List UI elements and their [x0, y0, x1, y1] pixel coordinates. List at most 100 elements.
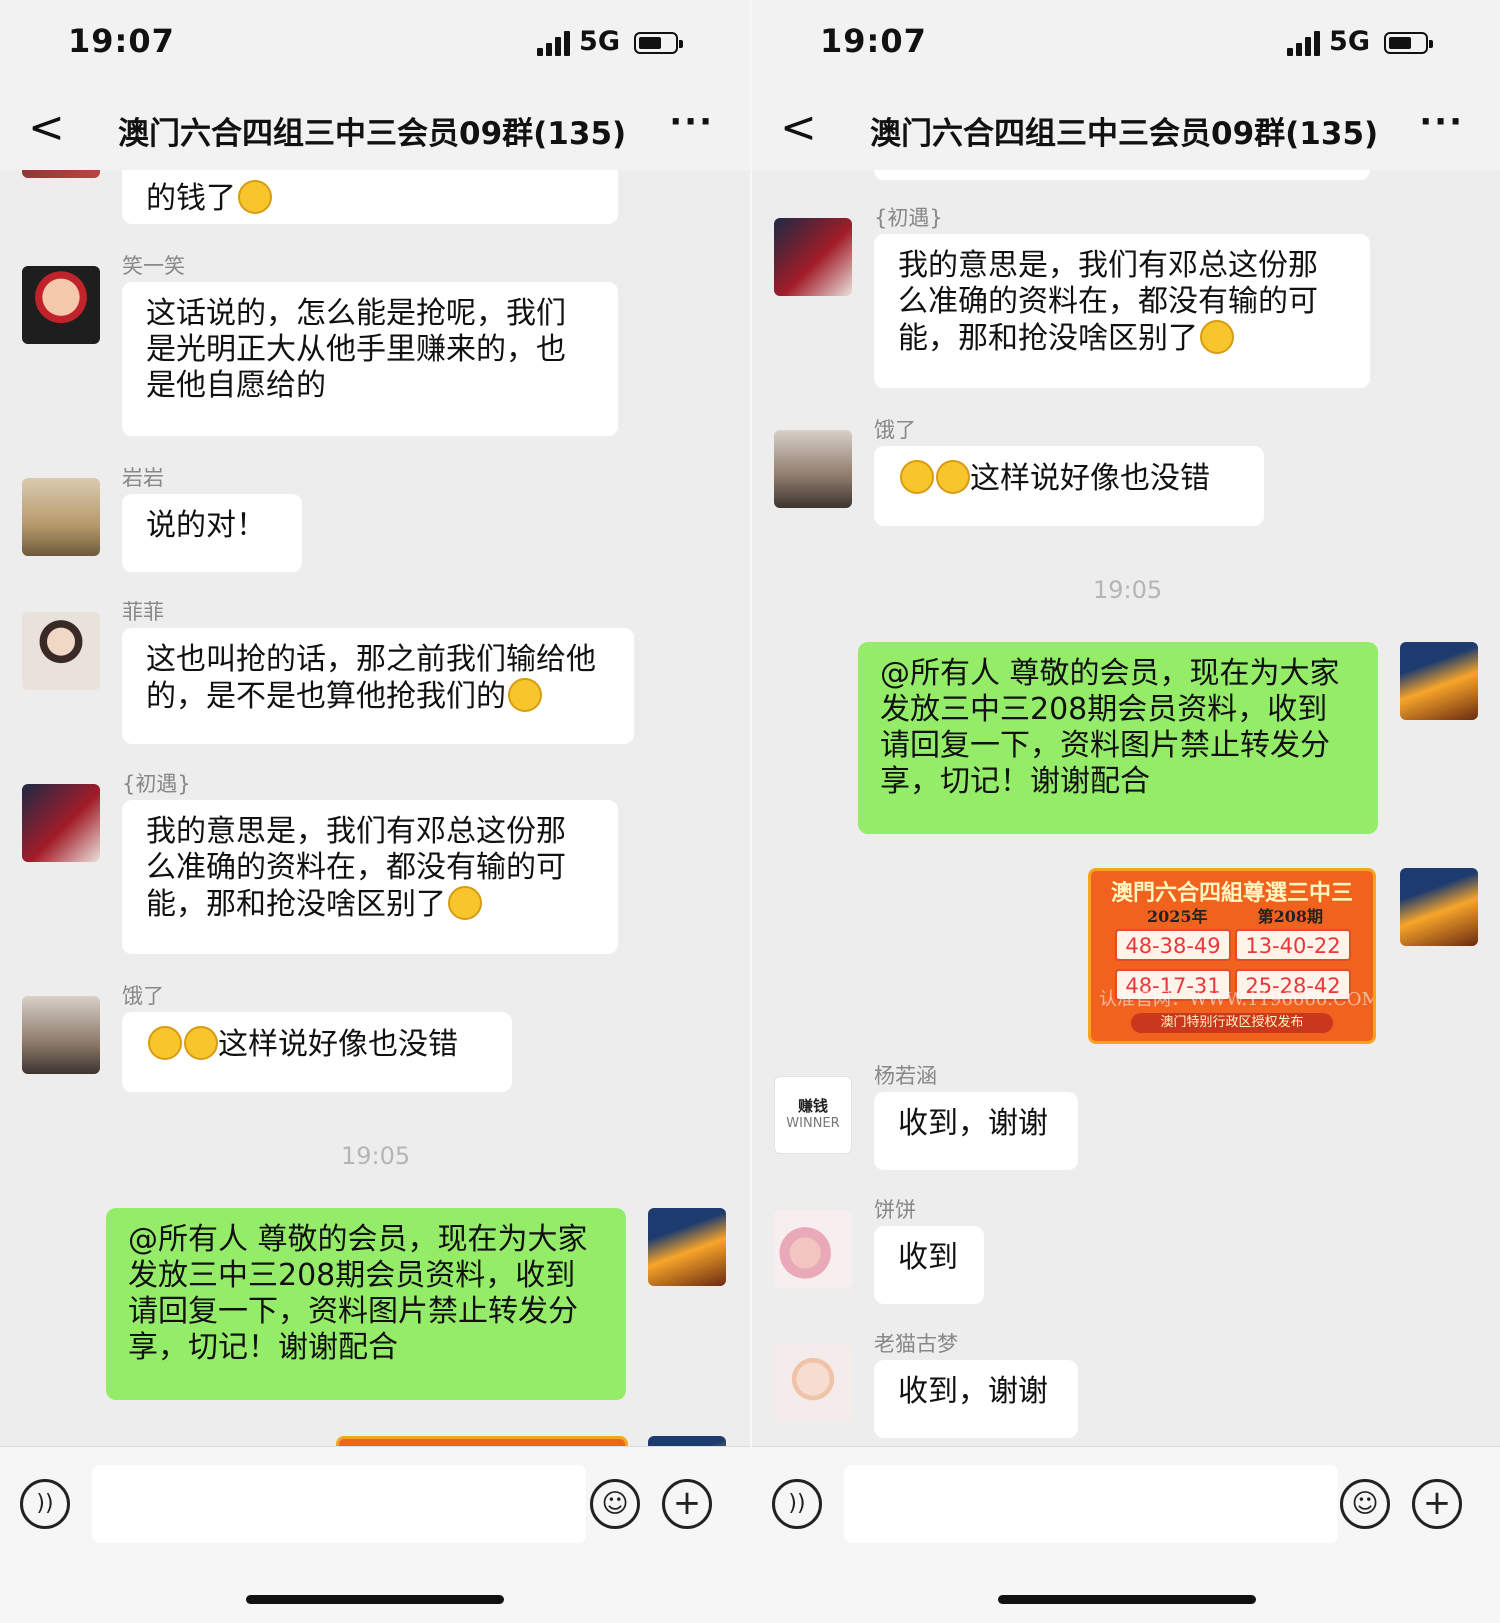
chat-title: 澳门六合四组三中三会员09群(135) [870, 116, 1379, 152]
message-text: 的钱了 [146, 181, 236, 216]
sender-name: 杨若涵 [874, 1064, 937, 1088]
battery-icon [1384, 32, 1433, 54]
own-message-bubble[interactable]: @所有人 尊敬的会员，现在为大家发放三中三208期会员资料，收到请回复一下，资料… [858, 642, 1378, 834]
message-text: @所有人 尊敬的会员，现在为大家发放三中三208期会员资料，收到请回复一下，资料… [880, 656, 1340, 799]
own-avatar[interactable] [1400, 868, 1478, 946]
message-bubble[interactable]: 收到，谢谢 [874, 1360, 1078, 1438]
sender-name: 饼饼 [874, 1198, 916, 1222]
own-message-bubble[interactable]: @所有人 尊敬的会员，现在为大家发放三中三208期会员资料，收到请回复一下，资料… [106, 1208, 626, 1400]
avatar[interactable] [774, 430, 852, 508]
grin-emoji-icon [900, 460, 934, 494]
grin-emoji-icon [238, 180, 272, 214]
signal-icon [1287, 30, 1320, 56]
image-message[interactable]: 澳門六合四組尊選三中三 2025年 第208期 48-38-49 13-40-2… [1088, 868, 1376, 1044]
message-bubble[interactable]: 这样说好像也没错 [874, 446, 1264, 526]
grin-emoji-icon [448, 886, 482, 920]
avatar[interactable] [774, 218, 852, 296]
message-bubble[interactable]: 这样说好像也没错 [122, 1012, 512, 1092]
status-bar: 19:07 5G [752, 0, 1500, 90]
plus-icon[interactable]: + [662, 1479, 712, 1529]
poster-number: 48-38-49 [1115, 929, 1231, 961]
signal-icon [537, 30, 570, 56]
poster-title: 澳門六合四組尊選三中三 [1110, 880, 1353, 906]
message-text: 收到，谢谢 [898, 1374, 1048, 1409]
emoji-icon[interactable]: ☺ [1340, 1479, 1390, 1529]
avatar-text: WINNER [786, 1116, 840, 1131]
message-bubble[interactable]: 这也叫抢的话，那之前我们输给他的，是不是也算他抢我们的 [122, 628, 634, 744]
message-bubble[interactable]: 这话说的，怎么能是抢呢，我们是光明正大从他手里赚来的，也是他自愿给的 [122, 282, 618, 436]
input-bar: )) ☺ + [752, 1446, 1500, 1623]
avatar[interactable] [774, 1210, 852, 1288]
message-text: 我的意思是，我们有邓总这份那么准确的资料在，都没有输的可能，那和抢没啥区别了 [146, 814, 566, 922]
avatar[interactable] [22, 612, 100, 690]
status-time: 19:07 [68, 22, 175, 60]
poster-number: 13-40-22 [1235, 929, 1351, 961]
avatar[interactable] [22, 170, 100, 178]
sender-name: 老猫古梦 [874, 1332, 958, 1356]
grin-emoji-icon [936, 460, 970, 494]
avatar[interactable] [22, 266, 100, 344]
status-time: 19:07 [820, 22, 927, 60]
emoji-icon[interactable]: ☺ [590, 1479, 640, 1529]
message-list[interactable]: {初遇} 我的意思是，我们有邓总这份那么准确的资料在，都没有输的可能，那和抢没啥… [752, 170, 1500, 1447]
poster-watermark: 认准官网：WWW.1196666.COM [1099, 989, 1376, 1010]
voice-icon[interactable]: )) [20, 1479, 70, 1529]
message-text: 收到，谢谢 [898, 1106, 1048, 1141]
home-indicator [246, 1595, 504, 1604]
sender-name: 笑一笑 [122, 254, 185, 278]
poster-footer: 澳门特别行政区授权发布 [1131, 1013, 1333, 1033]
sender-name: 菲菲 [122, 600, 164, 624]
own-avatar[interactable] [648, 1208, 726, 1286]
message-bubble[interactable]: 说的对！ [122, 494, 302, 572]
network-label: 5G [579, 26, 620, 57]
sender-name: 饿了 [874, 418, 916, 442]
chat-title: 澳门六合四组三中三会员09群(135) [118, 116, 627, 152]
grin-emoji-icon [148, 1026, 182, 1060]
message-timestamp: 19:05 [341, 1142, 411, 1170]
avatar[interactable] [774, 1344, 852, 1422]
back-arrow-icon[interactable]: < [28, 106, 65, 150]
poster-year: 2025年 [1147, 907, 1208, 926]
message-text: 我的意思是，我们有邓总这份那么准确的资料在，都没有输的可能，那和抢没啥区别了 [898, 248, 1318, 356]
avatar[interactable] [22, 996, 100, 1074]
network-label: 5G [1329, 26, 1370, 57]
status-bar: 19:07 5G [0, 0, 750, 90]
nav-bar: < 澳门六合四组三中三会员09群(135) ··· [0, 90, 750, 170]
message-list[interactable]: 的钱了 笑一笑 这话说的，怎么能是抢呢，我们是光明正大从他手里赚来的，也是他自愿… [0, 170, 750, 1447]
avatar[interactable] [22, 478, 100, 556]
avatar-text: 赚钱 [797, 1097, 828, 1115]
message-bubble[interactable] [874, 170, 1370, 180]
more-icon[interactable]: ··· [1419, 102, 1464, 142]
message-text: 这话说的，怎么能是抢呢，我们是光明正大从他手里赚来的，也是他自愿给的 [146, 296, 566, 403]
back-arrow-icon[interactable]: < [780, 106, 817, 150]
message-bubble[interactable]: 收到 [874, 1226, 984, 1304]
message-timestamp: 19:05 [1093, 576, 1163, 604]
message-text: @所有人 尊敬的会员，现在为大家发放三中三208期会员资料，收到请回复一下，资料… [128, 1222, 588, 1365]
chat-screen-left: 19:07 5G < 澳门六合四组三中三会员09群(135) ··· 的钱了 笑… [0, 0, 750, 1623]
sender-name: {初遇} [874, 206, 943, 230]
input-bar: )) ☺ + [0, 1446, 750, 1623]
plus-icon[interactable]: + [1412, 1479, 1462, 1529]
sender-name: 饿了 [122, 984, 164, 1008]
chat-screen-right: 19:07 5G < 澳门六合四组三中三会员09群(135) ··· {初遇} … [752, 0, 1500, 1623]
avatar[interactable]: 赚钱 WINNER [774, 1076, 852, 1154]
message-bubble[interactable]: 的钱了 [122, 170, 618, 224]
own-avatar[interactable] [1400, 642, 1478, 720]
message-bubble[interactable]: 收到，谢谢 [874, 1092, 1078, 1170]
sender-name: {初遇} [122, 772, 191, 796]
battery-icon [634, 32, 683, 54]
poster-issue: 第208期 [1257, 907, 1323, 926]
avatar[interactable] [22, 784, 100, 862]
home-indicator [998, 1595, 1256, 1604]
message-bubble[interactable]: 我的意思是，我们有邓总这份那么准确的资料在，都没有输的可能，那和抢没啥区别了 [122, 800, 618, 954]
more-icon[interactable]: ··· [669, 102, 714, 142]
message-text: 这样说好像也没错 [218, 1027, 458, 1062]
grin-emoji-icon [1200, 320, 1234, 354]
message-input[interactable] [844, 1465, 1338, 1543]
nav-bar: < 澳门六合四组三中三会员09群(135) ··· [752, 90, 1500, 170]
voice-icon[interactable]: )) [772, 1479, 822, 1529]
message-bubble[interactable]: 我的意思是，我们有邓总这份那么准确的资料在，都没有输的可能，那和抢没啥区别了 [874, 234, 1370, 388]
message-input[interactable] [92, 1465, 586, 1543]
message-text: 收到 [898, 1240, 958, 1275]
laughing-emoji-icon [508, 678, 542, 712]
